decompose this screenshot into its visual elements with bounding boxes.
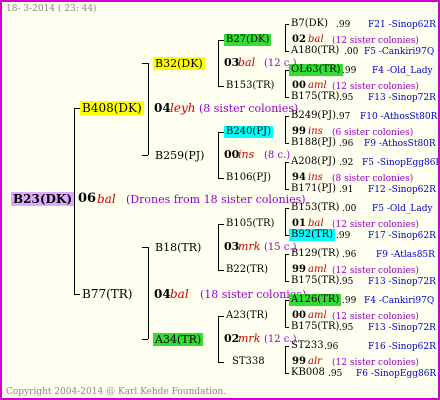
connector [285,300,286,327]
leaf-link[interactable]: F6 -SinopEgg86R [356,368,436,380]
connector [218,224,219,270]
copyright-footer: Copyright 2004-2014 @ Karl Kehde Foundat… [6,387,227,397]
leaf-value: .95 [328,369,343,379]
leaf-value: .99 [336,20,351,30]
leaf-value: .99 [342,66,357,76]
connector [74,108,75,294]
level3-name[interactable]: B240(PJ) [224,126,273,138]
leaf-name[interactable]: KB008 [289,367,327,379]
leaf-name[interactable]: B175(TR) [289,91,341,103]
connector [285,116,286,143]
leaf-link[interactable]: F5 -Old_Lady [372,203,433,215]
level1-gen: 04 [154,287,171,301]
leaf-value: .96 [324,342,339,352]
level1-bal: leyh [170,101,196,115]
leaf-value: .97 [336,112,351,122]
level2-bal: bal [238,56,256,69]
connector [285,346,286,373]
connector [218,362,224,363]
root-name[interactable]: B23(DK) [11,192,75,206]
leaf-value: .95 [339,93,354,103]
leaf-value: .96 [339,139,354,149]
leaf-name[interactable]: A180(TR) [289,45,341,57]
level2-bal: ins [238,148,255,161]
level2-bal: mrk [238,332,261,345]
leaf-name[interactable]: B249(PJ) [289,110,338,122]
leaf-value: .99 [336,231,351,241]
leaf-value: .96 [342,250,357,260]
leaf-link[interactable]: F16 -Sinop62R [368,341,436,353]
level1-sisters: (8 sister colonies) [199,102,299,115]
leaf-value: .00 [344,47,359,57]
leaf-name[interactable]: B7(DK) [289,18,330,30]
level3-name[interactable]: B22(TR) [224,264,270,276]
leaf-value: .00 [342,204,357,214]
leaf-name[interactable]: B153(TR) [289,202,341,214]
level3-name[interactable]: B106(PJ) [224,172,273,184]
leaf-link[interactable]: F4 -Cankiri97Q [364,295,434,307]
connector [148,247,149,339]
connector [148,63,149,155]
connector [142,247,148,248]
leaf-link[interactable]: F9 -AthosSt80R [364,138,436,150]
level3-name[interactable]: ST338 [230,356,267,368]
leaf-name[interactable]: B175(TR) [289,275,341,287]
connector [218,316,219,362]
root-bal: bal [97,192,116,206]
leaf-name[interactable]: A126(TR) [289,294,342,306]
connector [142,339,148,340]
connector [285,24,286,51]
leaf-link[interactable]: F5 -SinopEgg86R [362,157,438,169]
leaf-value: .92 [339,158,354,168]
pedigree-frame: 18- 3-2014 ( 23: 44) B23(DK) 06 bal (Dro… [0,0,440,400]
connector [142,63,148,64]
leaf-link[interactable]: F12 -Sinop62R [368,184,436,196]
connector [285,254,286,281]
leaf-link[interactable]: F13 -Sinop72R [368,322,436,334]
level2-name[interactable]: B18(TR) [153,241,203,254]
level3-name[interactable]: A23(TR) [224,310,270,322]
connector [142,155,148,156]
leaf-link[interactable]: F21 -Sinop62R [368,19,436,31]
level3-name[interactable]: B27(DK) [224,34,272,46]
connector [285,70,286,97]
header-date: 18- 3-2014 ( 23: 44) [6,4,97,14]
leaf-name[interactable]: A208(PJ) [289,156,338,168]
level1-name[interactable]: B77(TR) [80,287,135,301]
leaf-link[interactable]: F13 -Sinop72R [368,276,436,288]
leaf-name[interactable]: B129(TR) [289,248,341,260]
root-gen: 06 [78,191,97,206]
leaf-value: .95 [339,323,354,333]
connector [218,132,219,178]
connector [218,40,219,86]
leaf-value: .95 [339,277,354,287]
level1-gen: 04 [154,101,171,115]
leaf-value: .99 [342,296,357,306]
leaf-name[interactable]: B188(PJ) [289,137,338,149]
leaf-link[interactable]: F4 -Old_Lady [372,65,433,77]
root-sisters: (Drones from 18 sister colonies) [126,193,306,206]
level2-name[interactable]: A34(TR) [153,333,204,346]
leaf-link[interactable]: F10 -AthosSt80R [360,111,437,123]
leaf-name[interactable]: OL63(TR) [289,64,343,76]
level1-name[interactable]: B408(DK) [80,101,144,115]
leaf-name[interactable]: ST233 [289,340,326,352]
level2-name[interactable]: B32(DK) [153,57,205,70]
leaf-name[interactable]: B171(PJ) [289,183,338,195]
leaf-name[interactable]: B175(TR) [289,321,341,333]
connector [285,162,286,189]
leaf-link[interactable]: F5 -Cankiri97Q [364,46,434,58]
level1-bal: bal [170,287,189,301]
level2-sisters: (8 c.) [264,150,291,161]
leaf-link[interactable]: F9 -Atlas85R [376,249,435,261]
leaf-link[interactable]: F17 -Sinop62R [368,230,436,242]
leaf-link[interactable]: F13 -Sinop72R [368,92,436,104]
level2-bal: mrk [238,240,261,253]
leaf-name[interactable]: B92(TR) [289,229,336,241]
connector [285,208,286,235]
level3-name[interactable]: B153(TR) [224,80,276,92]
level3-name[interactable]: B105(TR) [224,218,276,230]
level2-name[interactable]: B259(PJ) [153,149,206,162]
leaf-value: .91 [339,185,354,195]
